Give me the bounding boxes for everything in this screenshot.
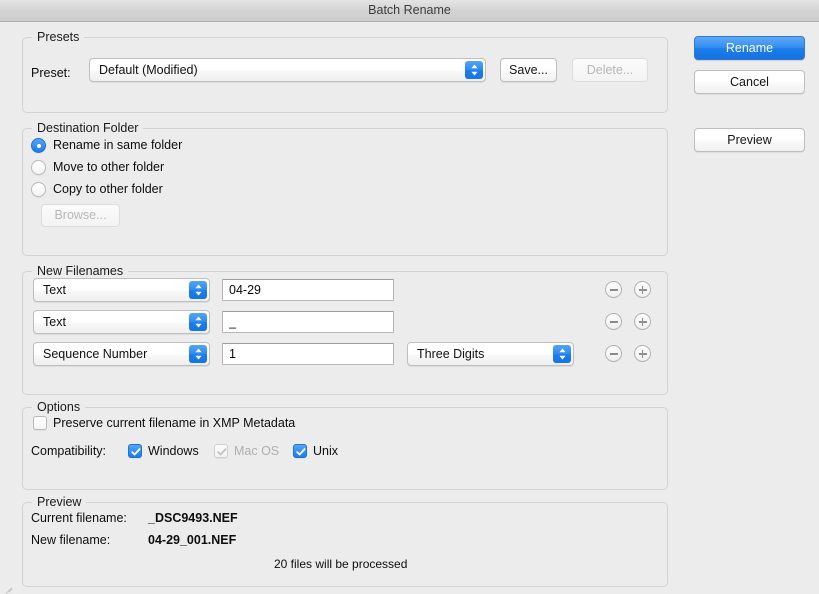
radio-rename-in-same-folder-label: Rename in same folder	[53, 138, 183, 152]
new-filename-value: 04-29_001.NEF	[148, 533, 237, 547]
checkmark-icon	[131, 448, 141, 456]
filename-row-3-remove-button[interactable]	[605, 345, 622, 362]
filename-row-3-format-select[interactable]: Three Digits	[407, 342, 574, 366]
current-filename-value: _DSC9493.NEF	[148, 511, 238, 525]
dialog-content: Rename Cancel Preview Presets Preset: De…	[0, 22, 819, 594]
preset-select[interactable]: Default (Modified)	[89, 58, 486, 82]
compatibility-label: Compatibility:	[31, 444, 107, 458]
preset-select-value: Default (Modified)	[99, 63, 198, 77]
radio-rename-in-same-folder[interactable]	[31, 138, 46, 153]
filename-row-1-value-text: 04-29	[229, 283, 261, 297]
browse-button: Browse...	[41, 204, 120, 227]
radio-copy-to-other-folder[interactable]	[31, 182, 46, 197]
filename-row-3-type-select[interactable]: Sequence Number	[33, 342, 210, 366]
radio-move-to-other-folder-label: Move to other folder	[53, 160, 165, 174]
chevron-updown-icon	[553, 345, 571, 363]
batch-rename-dialog: Batch Rename Rename Cancel Preview Prese…	[0, 0, 819, 594]
options-group-title: Options	[32, 400, 86, 414]
compatibility-macos-checkbox	[214, 444, 228, 458]
checkmark-icon	[217, 448, 227, 456]
filename-row-1-add-button[interactable]	[634, 281, 651, 298]
filename-row-2-type-select[interactable]: Text	[33, 310, 210, 334]
checkmark-icon	[296, 448, 306, 456]
new-filename-label: New filename:	[31, 533, 111, 547]
filename-row-1-value-input[interactable]: 04-29	[222, 279, 394, 301]
filename-row-2-value-input[interactable]: _	[222, 311, 394, 333]
compatibility-windows-label: Windows	[148, 444, 199, 458]
filename-row-3-type-value: Sequence Number	[43, 347, 148, 361]
filename-row-2-add-button[interactable]	[634, 313, 651, 330]
preview-button[interactable]: Preview	[694, 128, 805, 152]
cancel-button[interactable]: Cancel	[694, 70, 805, 94]
radio-move-to-other-folder[interactable]	[31, 160, 46, 175]
filename-row-2-remove-button[interactable]	[605, 313, 622, 330]
chevron-updown-icon	[189, 281, 207, 299]
rename-button[interactable]: Rename	[694, 36, 805, 60]
filename-row-2-value-text: _	[229, 315, 236, 329]
preserve-filename-checkbox[interactable]	[33, 416, 47, 430]
window-titlebar: Batch Rename	[0, 0, 819, 22]
window-title: Batch Rename	[368, 3, 451, 17]
preview-group-title: Preview	[32, 495, 87, 509]
preset-label: Preset:	[31, 66, 71, 80]
filename-row-1-type-value: Text	[43, 283, 66, 297]
destination-folder-group-title: Destination Folder	[32, 121, 144, 135]
filename-row-2-type-value: Text	[43, 315, 66, 329]
filename-row-3-format-value: Three Digits	[417, 347, 485, 361]
compatibility-unix-label: Unix	[313, 444, 339, 458]
new-filenames-group-title: New Filenames	[32, 264, 129, 278]
filename-row-1-remove-button[interactable]	[605, 281, 622, 298]
filename-row-3-value-text: 1	[229, 347, 236, 361]
resize-grip[interactable]	[2, 580, 14, 594]
filename-row-3-value-input[interactable]: 1	[222, 343, 394, 365]
preserve-filename-label: Preserve current filename in XMP Metadat…	[53, 416, 296, 430]
current-filename-label: Current filename:	[31, 511, 127, 525]
filename-row-1-type-select[interactable]: Text	[33, 278, 210, 302]
compatibility-windows-checkbox[interactable]	[128, 444, 142, 458]
chevron-updown-icon	[189, 345, 207, 363]
compatibility-macos-label: Mac OS	[234, 444, 280, 458]
presets-group-title: Presets	[32, 30, 85, 44]
chevron-updown-icon	[465, 61, 483, 79]
files-processed-status: 20 files will be processed	[274, 557, 408, 571]
delete-preset-button: Delete...	[572, 58, 648, 82]
radio-copy-to-other-folder-label: Copy to other folder	[53, 182, 163, 196]
filename-row-3-add-button[interactable]	[634, 345, 651, 362]
save-preset-button[interactable]: Save...	[500, 58, 557, 82]
compatibility-unix-checkbox[interactable]	[293, 444, 307, 458]
chevron-updown-icon	[189, 313, 207, 331]
